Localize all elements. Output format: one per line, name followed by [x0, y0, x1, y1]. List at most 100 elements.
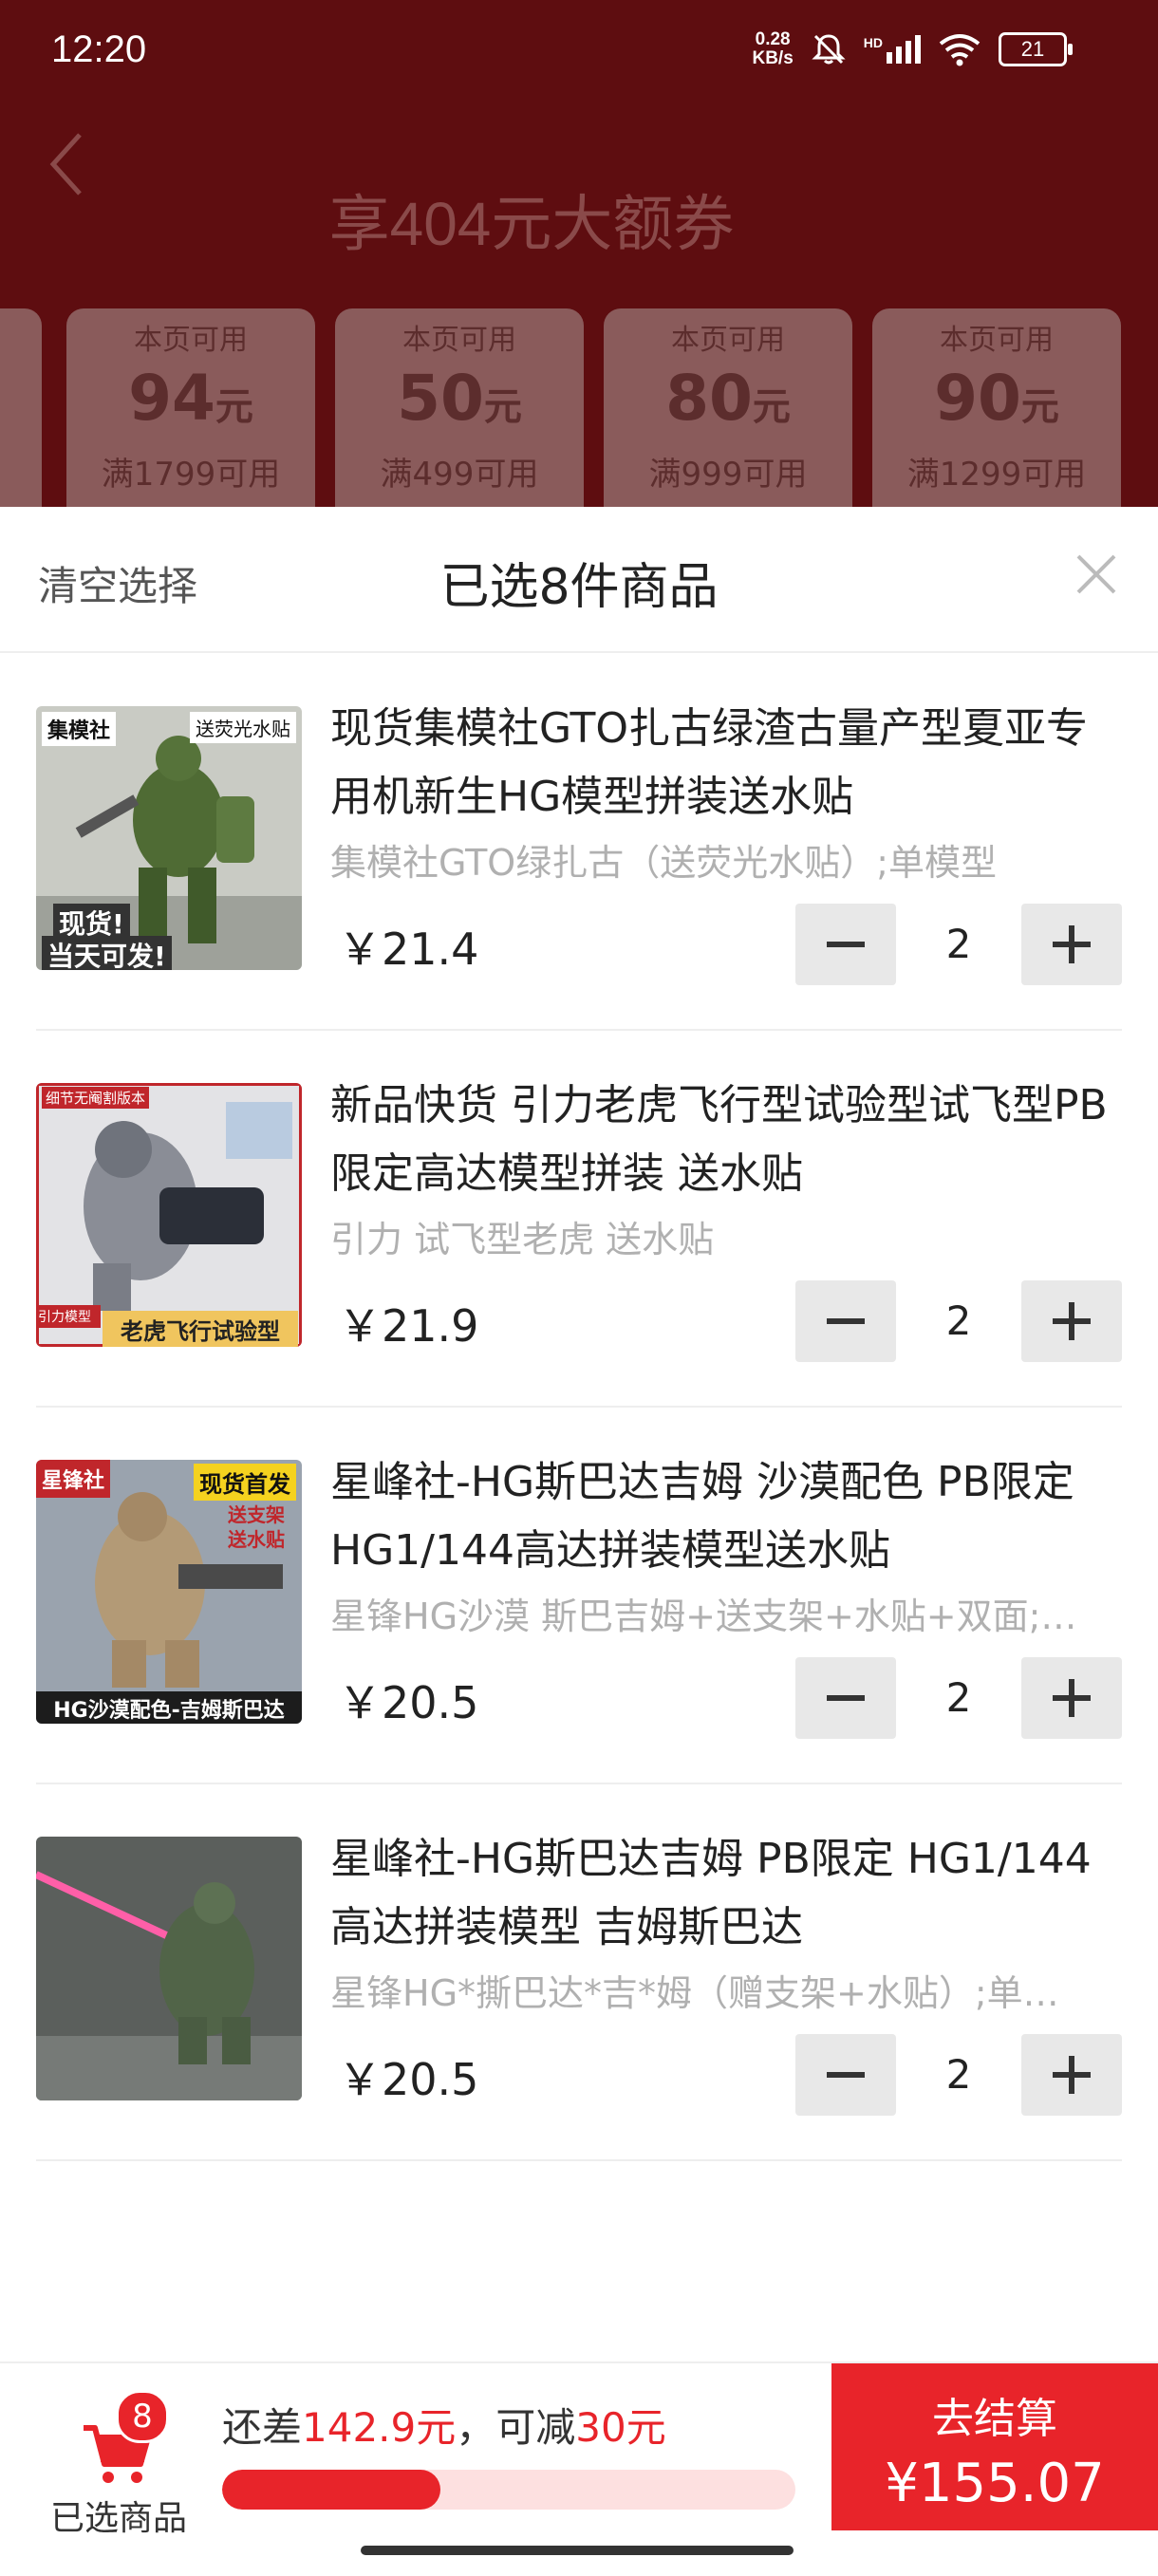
checkout-total: ¥155.07	[885, 2453, 1105, 2514]
item-title[interactable]: 现货集模社GTO扎古绿渣古量产型夏亚专用机新生HG模型拼装送水贴	[330, 695, 1128, 831]
net-speed-unit: KB/s	[752, 48, 794, 68]
coupon-card[interactable]: 本页可用 90元 满1299可用	[872, 308, 1121, 532]
product-thumbnail[interactable]: 细节无阉割版本 引力模型 老虎飞行试验型	[36, 1083, 302, 1347]
checkout-button[interactable]: 去结算 ¥155.07	[831, 2363, 1158, 2530]
promo-hint: 还差142.9元，可减30元	[222, 2396, 666, 2454]
plus-icon	[1053, 1679, 1091, 1717]
coupon-condition: 满499可用	[380, 456, 539, 494]
page-title: 享404元大额券	[328, 190, 735, 258]
coupon-row: 本页可用 94元 满1799可用 本页可用 50元 满499可用 本页可用 80…	[0, 308, 1158, 532]
net-speed-value: 0.28	[755, 29, 791, 49]
coupon-condition: 满1799可用	[101, 456, 281, 494]
decrease-button[interactable]	[795, 904, 896, 985]
minus-icon	[827, 1318, 865, 1324]
coupon-amount: 80元	[665, 362, 791, 435]
mute-bell-icon	[812, 34, 846, 65]
cart-item[interactable]: 星峰社-HG斯巴达吉姆 PB限定 HG1/144高达拼装模型 吉姆斯巴达 星锋H…	[36, 1783, 1122, 2161]
thumb-tag: 引力模型	[36, 1305, 101, 1328]
checkout-bar: 8 已选商品 还差142.9元，可减30元 去结算 ¥155.07	[0, 2361, 1158, 2576]
thumb-tag: HG沙漠配色-吉姆斯巴达	[36, 1691, 302, 1724]
item-price: ￥21.4	[338, 924, 479, 975]
coupon-scope: 本页可用	[671, 324, 785, 357]
product-thumbnail[interactable]	[36, 1837, 302, 2100]
item-price: ￥21.9	[338, 1300, 479, 1352]
increase-button[interactable]	[1021, 2034, 1122, 2116]
decrease-button[interactable]	[795, 1280, 896, 1362]
quantity-value[interactable]: 2	[896, 904, 1021, 985]
coupon-amount: 50元	[397, 362, 522, 435]
cart-item[interactable]: 细节无阉割版本 引力模型 老虎飞行试验型 新品快货 引力老虎飞行型试验型试飞型P…	[36, 1030, 1122, 1408]
status-time: 12:20	[51, 28, 147, 70]
thumb-tag: 当天可发!	[42, 936, 172, 970]
promo-mid: ，可减	[456, 2404, 576, 2451]
thumb-tag: 现货首发	[194, 1464, 296, 1501]
cart-count-badge: 8	[116, 2390, 169, 2443]
coupon-condition: 满999可用	[648, 456, 808, 494]
increase-button[interactable]	[1021, 904, 1122, 985]
cart-label: 已选商品	[49, 2499, 187, 2538]
selected-items-button[interactable]: 8 已选商品	[38, 2382, 199, 2538]
thumb-tag: 送水贴	[228, 1528, 285, 1551]
signal-label: HD	[863, 35, 883, 50]
decrease-button[interactable]	[795, 2034, 896, 2116]
coupon-amount: 94元	[128, 362, 253, 435]
checkout-label: 去结算	[932, 2395, 1057, 2443]
minus-icon	[827, 1695, 865, 1701]
promo-progress-fill	[222, 2470, 440, 2510]
cart-item[interactable]: 集模社 送荧光水贴 现货! 当天可发! 现货集模社GTO扎古绿渣古量产型夏亚专用…	[36, 653, 1122, 1031]
thumb-tag: 集模社	[42, 712, 117, 746]
quantity-stepper: 2	[795, 1280, 1122, 1362]
item-spec[interactable]: 集模社GTO绿扎古（送荧光水贴）;单模型	[330, 833, 1118, 886]
network-speed: 0.28 KB/s	[752, 30, 793, 68]
item-title[interactable]: 新品快货 引力老虎飞行型试验型试飞型PB限定高达模型拼装 送水贴	[330, 1072, 1128, 1208]
item-spec[interactable]: 星锋HG*撕巴达*吉*姆（赠支架+水贴）;单…	[330, 1964, 1118, 2016]
item-spec[interactable]: 引力 试飞型老虎 送水贴	[330, 1210, 1118, 1262]
minus-icon	[827, 2072, 865, 2078]
battery-level: 21	[1020, 37, 1045, 61]
selected-items-sheet: 清空选择 已选8件商品 集模社 送荧光水贴 现货! 当天可发! 现货集模社GTO…	[0, 507, 1158, 2574]
promo-gap-amount: 142.9元	[302, 2404, 457, 2451]
item-price: ￥20.5	[338, 2054, 479, 2105]
quantity-value[interactable]: 2	[896, 2034, 1021, 2116]
increase-button[interactable]	[1021, 1280, 1122, 1362]
coupon-card[interactable]: 本页可用 94元 满1799可用	[66, 308, 315, 532]
sheet-title-text: 已选8件商品	[439, 559, 719, 616]
product-thumbnail[interactable]: 集模社 送荧光水贴 现货! 当天可发!	[36, 706, 302, 970]
sheet-title: 已选8件商品	[0, 547, 1158, 618]
quantity-value[interactable]: 2	[896, 1657, 1021, 1739]
item-spec[interactable]: 星锋HG沙漠 斯巴吉姆+送支架+水贴+双面;…	[330, 1587, 1118, 1639]
quantity-stepper: 2	[795, 1657, 1122, 1739]
coupon-scope: 本页可用	[402, 324, 516, 357]
item-title[interactable]: 星峰社-HG斯巴达吉姆 沙漠配色 PB限定HG1/144高达拼装模型送水贴	[330, 1448, 1128, 1585]
coupon-condition: 满1299可用	[906, 456, 1087, 494]
plus-icon	[1053, 1302, 1091, 1340]
coupon-scope: 本页可用	[134, 324, 248, 357]
plus-icon	[1053, 2056, 1091, 2094]
coupon-card[interactable]: 本页可用 50元 满499可用	[335, 308, 584, 532]
wifi-icon	[939, 34, 981, 66]
home-indicator[interactable]	[361, 2546, 794, 2555]
battery-icon: 21	[999, 32, 1073, 66]
promo-prefix: 还差	[222, 2404, 303, 2451]
coupon-card-partial[interactable]	[0, 308, 42, 532]
promo-discount: 30元	[575, 2404, 666, 2451]
plus-icon	[1053, 925, 1091, 963]
product-thumbnail[interactable]: 星锋社 现货首发 送支架 送水贴 HG沙漠配色-吉姆斯巴达	[36, 1460, 302, 1724]
signal-icon: HD	[864, 35, 921, 64]
promo-progress-bar	[222, 2470, 795, 2510]
coupon-card[interactable]: 本页可用 80元 满999可用	[604, 308, 852, 532]
quantity-value[interactable]: 2	[896, 1280, 1021, 1362]
decrease-button[interactable]	[795, 1657, 896, 1739]
close-icon[interactable]	[1073, 551, 1120, 598]
thumb-tag: 送荧光水贴	[190, 712, 296, 743]
item-title[interactable]: 星峰社-HG斯巴达吉姆 PB限定 HG1/144高达拼装模型 吉姆斯巴达	[330, 1825, 1128, 1962]
thumb-tag: 老虎飞行试验型	[103, 1311, 298, 1347]
quantity-stepper: 2	[795, 904, 1122, 985]
coupon-scope: 本页可用	[940, 324, 1054, 357]
thumb-tag: 细节无阉割版本	[42, 1087, 150, 1109]
status-icons: 0.28 KB/s HD 21	[752, 30, 1073, 68]
sheet-header: 清空选择 已选8件商品	[0, 507, 1158, 653]
cart-item[interactable]: 星锋社 现货首发 送支架 送水贴 HG沙漠配色-吉姆斯巴达 星峰社-HG斯巴达吉…	[36, 1407, 1122, 1784]
status-bar: 12:20 0.28 KB/s HD 21	[0, 0, 1158, 104]
increase-button[interactable]	[1021, 1657, 1122, 1739]
